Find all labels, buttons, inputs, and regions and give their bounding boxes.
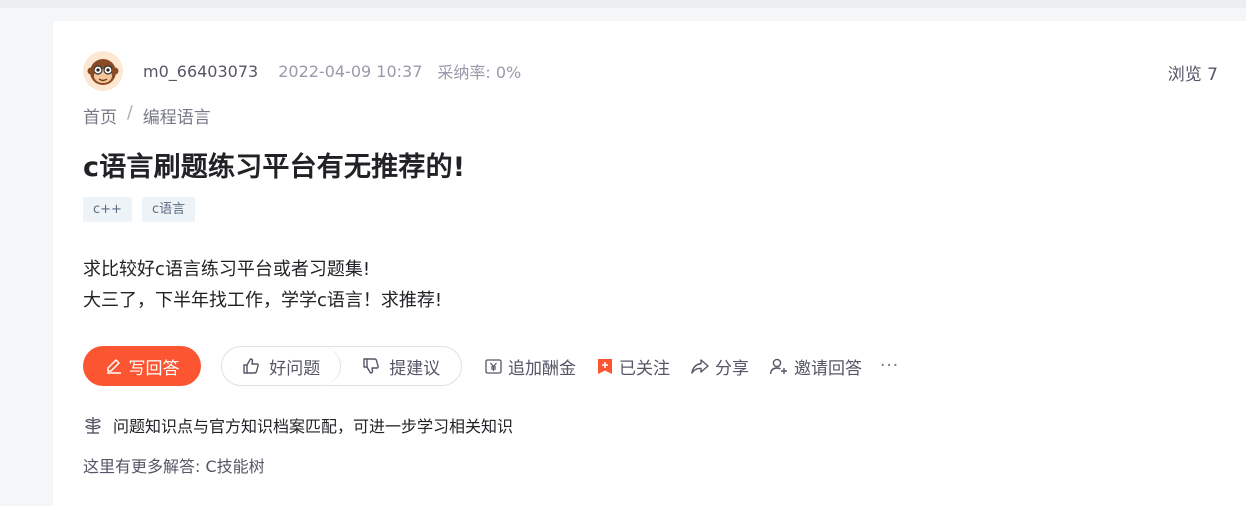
question-title: c语言刷题练习平台有无推荐的! [83,152,466,183]
write-answer-button[interactable]: 写回答 [83,346,201,386]
suggest-label: 提建议 [389,358,441,379]
add-bounty-label: 追加酬金 [508,358,576,379]
thumbs-up-icon [243,358,260,374]
followed-bookmark-icon [598,358,612,374]
follow-button[interactable]: 已关注 [596,354,670,379]
follow-label: 已关注 [619,358,670,379]
breadcrumb-home[interactable]: 首页 [83,103,117,128]
thumbs-down-icon [363,358,380,374]
question-body: 求比较好c语言练习平台或者习题集! 大三了，下半年找工作，学学c语言！求推荐! [83,254,442,316]
more-answers-link[interactable]: 这里有更多解答: C技能树 [83,453,265,477]
good-question-button[interactable]: 好问题 [222,347,341,385]
good-question-label: 好问题 [269,358,321,379]
vote-group: 好问题 提建议 [221,346,462,386]
share-arrow-icon [691,358,709,374]
breadcrumb-category[interactable]: 编程语言 [143,103,211,128]
pen-icon [106,359,121,374]
tag-cpp[interactable]: c++ [83,197,132,222]
author-username[interactable]: m0_66403073 [143,62,258,81]
invite-answer-button[interactable]: 邀请回答 [769,354,862,379]
write-answer-label: 写回答 [128,358,180,379]
knowledge-leaf-icon [85,417,101,434]
tag-list: c++ c语言 [83,197,205,222]
body-line: 求比较好c语言练习平台或者习题集! [83,259,371,280]
avatar[interactable] [83,51,123,91]
action-bar: 写回答 好问题 提建议 追加酬金 已关注 分享 邀请回答 ··· [83,346,899,386]
post-datetime: 2022-04-09 10:37 [278,61,423,81]
knowledge-match-text: 问题知识点与官方知识档案匹配，可进一步学习相关知识 [113,417,514,436]
add-bounty-button[interactable]: 追加酬金 [484,354,576,379]
suggest-button[interactable]: 提建议 [341,347,462,385]
breadcrumb: 首页 / 编程语言 [83,103,211,128]
top-shadow-bar [0,0,1246,8]
question-meta: m0_66403073 2022-04-09 10:37 采纳率: 0% [83,51,521,91]
invite-answer-label: 邀请回答 [794,358,862,379]
more-options-button[interactable]: ··· [880,356,899,376]
share-label: 分享 [715,358,749,379]
knowledge-match: 问题知识点与官方知识档案匹配，可进一步学习相关知识 [83,413,513,437]
bounty-yen-icon [485,358,502,374]
question-card: m0_66403073 2022-04-09 10:37 采纳率: 0% 浏览 … [53,21,1246,506]
tag-c-language[interactable]: c语言 [141,197,196,222]
breadcrumb-separator: / [127,103,133,123]
share-button[interactable]: 分享 [690,354,749,379]
view-count: 浏览 7 [1167,65,1218,85]
body-line: 大三了，下半年找工作，学学c语言！求推荐! [83,290,443,311]
accept-rate: 采纳率: 0% [437,63,522,82]
invite-user-icon [769,358,787,374]
